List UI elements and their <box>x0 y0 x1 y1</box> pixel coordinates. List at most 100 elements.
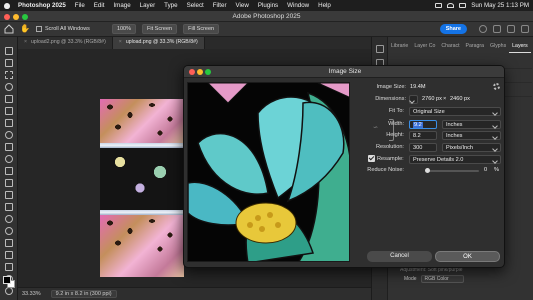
tab-layers[interactable]: Layers <box>509 41 531 53</box>
battery-icon[interactable] <box>435 3 443 8</box>
comment-icon[interactable] <box>507 25 515 33</box>
mode-label: Mode <box>404 276 417 282</box>
reduce-noise-slider[interactable] <box>425 168 479 173</box>
height-input[interactable]: 8.2 <box>409 131 437 140</box>
menu-bar-clock[interactable]: Sun May 25 1:13 PM <box>471 2 529 9</box>
object-selection-tool-icon[interactable] <box>5 95 13 103</box>
frame-tool-icon[interactable] <box>5 119 13 127</box>
zoom-100-button[interactable]: 100% <box>111 24 137 34</box>
brush-tool-icon[interactable] <box>5 155 13 163</box>
dialog-title: Image Size <box>184 66 504 78</box>
history-panel-icon[interactable] <box>376 45 384 53</box>
apple-icon[interactable] <box>4 2 10 9</box>
fit-screen-button[interactable]: Fit Screen <box>142 24 178 34</box>
menu-plugins[interactable]: Plugins <box>258 2 278 9</box>
menu-file[interactable]: File <box>75 2 85 9</box>
document-tabs: × upload2.png @ 33.3% (RGB/8#) × upload.pn… <box>18 37 371 49</box>
blur-tool-icon[interactable] <box>5 215 13 223</box>
path-selection-tool-icon[interactable] <box>5 263 13 271</box>
hand-tool-icon[interactable]: ✋ <box>20 24 30 34</box>
menu-image[interactable]: Image <box>113 2 130 9</box>
eyedropper-tool-icon[interactable] <box>5 131 13 139</box>
width-unit-dropdown[interactable]: Inches <box>442 120 501 129</box>
panel-toggle-icon[interactable] <box>521 25 529 33</box>
mode-selector: Mode RGB Color <box>404 275 464 283</box>
lasso-tool-icon[interactable] <box>5 83 13 91</box>
cancel-button[interactable]: Cancel <box>367 251 432 262</box>
menu-bar-status: Sun May 25 1:13 PM <box>435 0 529 11</box>
artboard-tool-icon[interactable] <box>5 59 13 67</box>
dimensions-width: 2760 px <box>422 96 442 102</box>
menu-view[interactable]: View <box>236 2 249 9</box>
home-icon[interactable] <box>4 24 14 34</box>
menu-edit[interactable]: Edit <box>94 2 105 9</box>
dimensions-unit-dropdown[interactable] <box>409 95 418 104</box>
tab-upload2[interactable]: × upload2.png @ 33.3% (RGB/8#) <box>18 37 113 49</box>
mode-dropdown[interactable]: RGB Color <box>420 275 464 283</box>
marquee-tool-icon[interactable] <box>5 71 13 79</box>
workspace-icon[interactable] <box>493 25 501 33</box>
gradient-tool-icon[interactable] <box>5 203 13 211</box>
image-preview[interactable] <box>187 82 350 262</box>
history-brush-tool-icon[interactable] <box>5 179 13 187</box>
leopard-print-section <box>100 215 184 277</box>
document-dimensions[interactable]: 9.2 in x 8.2 in (300 ppi) <box>50 290 117 298</box>
pen-tool-icon[interactable] <box>5 239 13 247</box>
options-bar: ✋ Scroll All Windows 100% Fit Screen Fil… <box>0 22 533 37</box>
fit-to-label: Fit To: <box>388 108 404 114</box>
document-canvas[interactable] <box>100 99 184 277</box>
eraser-tool-icon[interactable] <box>5 191 13 199</box>
menu-window[interactable]: Window <box>287 2 309 9</box>
width-input[interactable]: 9.2 <box>409 120 437 129</box>
dialog-zoom-button[interactable] <box>205 69 211 75</box>
foreground-color-swatch[interactable] <box>3 276 11 284</box>
move-tool-icon[interactable] <box>5 47 13 55</box>
dialog-minimize-button[interactable] <box>197 69 203 75</box>
fill-screen-button[interactable]: Fill Screen <box>183 24 220 34</box>
tab-libraries[interactable]: Librarie <box>388 41 411 53</box>
tab-close-icon[interactable]: × <box>119 39 122 45</box>
resample-label: Resample: <box>377 156 404 162</box>
options-right-icons <box>479 25 529 33</box>
menu-help[interactable]: Help <box>318 2 331 9</box>
tab-glyphs[interactable]: Glyphs <box>487 41 509 53</box>
menu-filter[interactable]: Filter <box>213 2 227 9</box>
search-icon[interactable] <box>479 25 487 33</box>
height-value: 8.2 <box>413 133 421 139</box>
reduce-noise-value[interactable]: 0 <box>484 167 487 173</box>
reduce-noise-slider-knob[interactable] <box>425 168 430 173</box>
crop-tool-icon[interactable] <box>5 107 13 115</box>
resample-dropdown[interactable]: Preserve Details 2.0 <box>409 155 501 164</box>
settings-gear-icon[interactable] <box>493 83 500 90</box>
tab-layer-comps[interactable]: Layer Co <box>411 41 438 53</box>
resolution-unit-dropdown[interactable]: Pixels/Inch <box>442 143 501 152</box>
dodge-tool-icon[interactable] <box>5 227 13 235</box>
ok-button[interactable]: OK <box>435 251 500 262</box>
zoom-level[interactable]: 33.33% <box>22 291 41 297</box>
resample-checkbox[interactable] <box>368 155 375 162</box>
height-unit-dropdown[interactable]: Inches <box>442 131 501 140</box>
resolution-input[interactable]: 300 <box>409 143 437 152</box>
tab-upload[interactable]: × upload.png @ 33.3% (RGB/8#) <box>112 37 205 49</box>
menu-app-name[interactable]: Photoshop 2025 <box>18 2 66 9</box>
tab-character[interactable]: Charact <box>438 41 462 53</box>
zoom-tool-icon[interactable] <box>5 287 13 295</box>
menu-layer[interactable]: Layer <box>140 2 155 9</box>
healing-brush-tool-icon[interactable] <box>5 143 13 151</box>
dialog-close-button[interactable] <box>189 69 195 75</box>
type-tool-icon[interactable] <box>5 251 13 259</box>
scroll-all-windows-label: Scroll All Windows <box>45 26 90 32</box>
control-center-icon[interactable] <box>459 3 467 8</box>
reduce-noise-unit: % <box>494 167 499 173</box>
menu-select[interactable]: Select <box>187 2 204 9</box>
reduce-noise-label: Reduce Noise: <box>367 167 404 173</box>
tab-close-icon[interactable]: × <box>24 39 27 45</box>
tab-paragraph[interactable]: Paragra <box>463 41 487 53</box>
scroll-all-windows-checkbox[interactable] <box>36 26 42 32</box>
clone-stamp-tool-icon[interactable] <box>5 167 13 175</box>
share-button[interactable]: Share <box>439 24 467 34</box>
fit-to-dropdown[interactable]: Original Size <box>409 107 501 116</box>
wifi-icon[interactable] <box>447 3 455 8</box>
resolution-label: Resolution: <box>376 144 404 150</box>
menu-type[interactable]: Type <box>164 2 177 9</box>
